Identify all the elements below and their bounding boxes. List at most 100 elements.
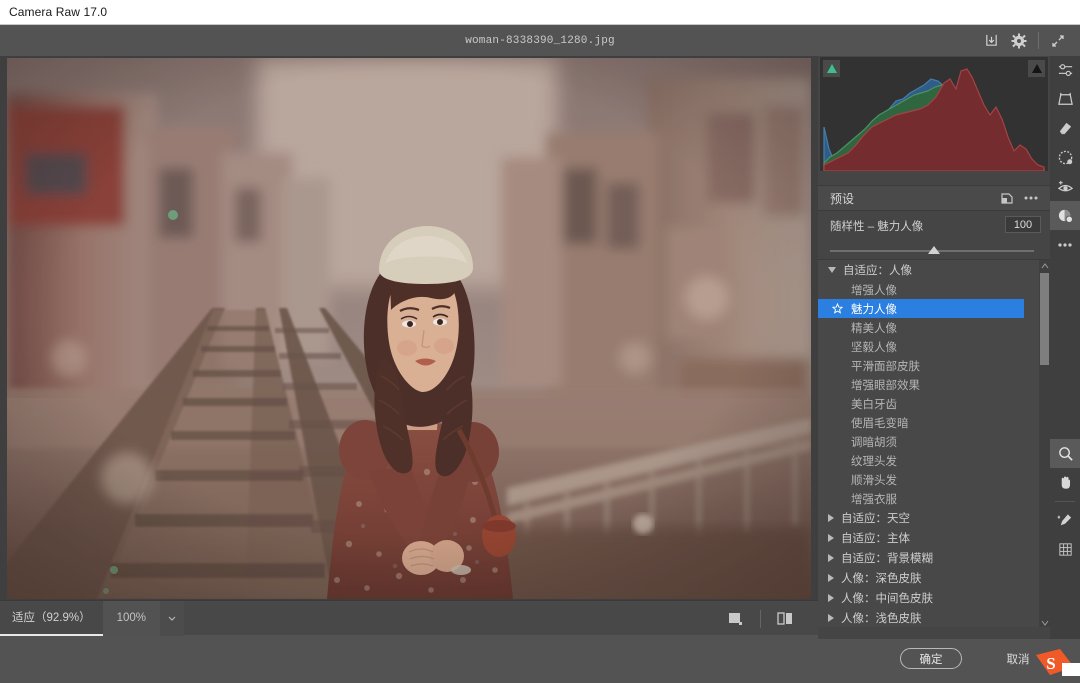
footer-bar: 确定 取消 S xyxy=(0,639,1080,683)
chevron-right-icon xyxy=(828,614,834,622)
preset-item-label: 纹理头发 xyxy=(851,453,897,469)
header-bar: woman-8338390_1280.jpg xyxy=(0,25,1080,56)
presets-icon[interactable] xyxy=(1050,201,1080,230)
preset-item-label: 使眉毛变暗 xyxy=(851,415,909,431)
photo-preview[interactable] xyxy=(7,58,811,599)
preset-item[interactable]: 调暗胡须 xyxy=(818,432,1028,451)
preset-item-label: 顺滑头发 xyxy=(851,472,897,488)
presets-header-icons xyxy=(996,188,1042,208)
chevron-right-icon xyxy=(828,594,834,602)
preset-group-label: 人像：浅色皮肤 xyxy=(841,610,922,626)
zoom-fit-button[interactable]: 适应（92.9%） xyxy=(0,601,103,636)
preset-item[interactable]: 纹理头发 xyxy=(818,451,1028,470)
rail-divider xyxy=(1055,501,1075,502)
preset-item-label: 平滑面部皮肤 xyxy=(851,358,920,374)
preset-item-label: 精美人像 xyxy=(851,320,897,336)
preset-group-adaptive-subject[interactable]: 自适应：主体 xyxy=(818,528,1028,548)
preset-group-label: 自适应：天空 xyxy=(841,510,910,526)
shadow-clipping-warning-icon[interactable] xyxy=(823,60,840,77)
header-divider xyxy=(1038,32,1039,49)
histogram-panel[interactable] xyxy=(820,57,1048,171)
preset-group-portrait-light-skin[interactable]: 人像：浅色皮肤 xyxy=(818,608,1028,627)
view-toggle-divider xyxy=(760,610,761,628)
zoom-100-button[interactable]: 100% xyxy=(103,601,160,636)
scrollbar-thumb[interactable] xyxy=(1040,273,1049,365)
preset-group-adaptive-background-blur[interactable]: 自适应：背景模糊 xyxy=(818,548,1028,568)
preset-item[interactable]: 顺滑头发 xyxy=(818,470,1028,489)
ellipsis-icon[interactable] xyxy=(1020,188,1042,208)
chevron-right-icon xyxy=(828,534,834,542)
preset-list[interactable]: 自适应：人像 增强人像 魅力人像 精美人像 坚毅人 xyxy=(818,259,1050,627)
preset-item-label: 增强衣服 xyxy=(851,491,897,507)
crop-icon[interactable] xyxy=(1050,85,1080,114)
ok-button[interactable]: 确定 xyxy=(900,648,962,669)
grid-overlay-icon[interactable] xyxy=(1050,535,1080,564)
preset-item[interactable]: 坚毅人像 xyxy=(818,337,1028,356)
preset-group-label: 人像：中间色皮肤 xyxy=(841,590,933,606)
window-titlebar: Camera Raw 17.0 xyxy=(0,0,1080,25)
preset-amount-label: 随样性 – 魅力人像 xyxy=(830,221,923,233)
preset-group-adaptive-sky[interactable]: 自适应：天空 xyxy=(818,508,1028,528)
single-view-icon[interactable] xyxy=(721,607,751,631)
presets-panel-header: 预设 xyxy=(818,185,1050,211)
slider-knob[interactable] xyxy=(928,246,940,254)
preset-group-portrait-deep-skin[interactable]: 人像：深色皮肤 xyxy=(818,568,1028,588)
white-balance-eyedropper-icon[interactable] xyxy=(1050,506,1080,535)
preset-list-scrollbar[interactable] xyxy=(1039,260,1050,627)
preset-amount-slider[interactable] xyxy=(830,246,1034,256)
before-after-view-icon[interactable] xyxy=(770,607,800,631)
preset-item-selected[interactable]: 魅力人像 xyxy=(818,299,1024,318)
canvas-bottom-toolbar: 适应（92.9%） 100% xyxy=(0,600,818,635)
preset-amount-value[interactable]: 100 xyxy=(1005,216,1041,233)
preset-amount-row: 随样性 – 魅力人像 100 xyxy=(818,211,1050,255)
preset-group-label: 人像：深色皮肤 xyxy=(841,570,922,586)
zoom-magnifier-icon[interactable] xyxy=(1050,439,1080,468)
preset-item[interactable]: 增强眼部效果 xyxy=(818,375,1028,394)
preset-item-label: 魅力人像 xyxy=(851,301,897,317)
favorite-star-icon[interactable] xyxy=(832,303,843,314)
preset-item-label: 坚毅人像 xyxy=(851,339,897,355)
chevron-down-icon xyxy=(828,267,836,273)
preferences-gear-icon[interactable] xyxy=(1005,28,1033,54)
scroll-down-arrow-icon[interactable] xyxy=(1039,617,1050,627)
preset-group-label: 自适应：主体 xyxy=(841,530,910,546)
tool-rail xyxy=(1050,56,1080,639)
preset-item-label: 增强眼部效果 xyxy=(851,377,920,393)
chevron-right-icon xyxy=(828,514,834,522)
preset-item[interactable]: 使眉毛变暗 xyxy=(818,413,1028,432)
preset-item[interactable]: 精美人像 xyxy=(818,318,1028,337)
edit-sliders-icon[interactable] xyxy=(1050,56,1080,85)
scroll-up-arrow-icon[interactable] xyxy=(1039,260,1050,271)
save-image-icon[interactable] xyxy=(977,28,1005,54)
preset-group-label: 自适应：人像 xyxy=(843,262,912,278)
chevron-down-icon[interactable] xyxy=(160,601,184,636)
rail-spacer xyxy=(1050,259,1080,439)
filename-label: woman-8338390_1280.jpg xyxy=(0,35,1080,47)
window-title: Camera Raw 17.0 xyxy=(0,5,107,19)
image-canvas-area[interactable] xyxy=(0,56,818,600)
right-panel: 预设 随样性 – 魅力人像 xyxy=(818,56,1050,639)
preset-item-label: 美白牙齿 xyxy=(851,396,897,412)
preset-item-label: 增强人像 xyxy=(851,282,897,298)
presets-title: 预设 xyxy=(818,190,854,207)
more-ellipsis-icon[interactable] xyxy=(1050,230,1080,259)
view-toggle-group xyxy=(721,601,800,636)
preset-item[interactable]: 增强衣服 xyxy=(818,489,1028,508)
svg-text:S: S xyxy=(1046,654,1055,673)
highlight-clipping-warning-icon[interactable] xyxy=(1028,60,1045,77)
red-eye-icon[interactable] xyxy=(1050,172,1080,201)
preset-item[interactable]: 平滑面部皮肤 xyxy=(818,356,1028,375)
preset-group-portrait-medium-skin[interactable]: 人像：中间色皮肤 xyxy=(818,588,1028,608)
chevron-right-icon xyxy=(828,574,834,582)
chevron-right-icon xyxy=(828,554,834,562)
create-preset-icon[interactable] xyxy=(996,188,1018,208)
preset-group-adaptive-portrait[interactable]: 自适应：人像 xyxy=(818,260,1028,280)
masking-circle-icon[interactable] xyxy=(1050,143,1080,172)
preset-item[interactable]: 美白牙齿 xyxy=(818,394,1028,413)
preset-group-label: 自适应：背景模糊 xyxy=(841,550,933,566)
healing-eraser-icon[interactable] xyxy=(1050,114,1080,143)
fullscreen-expand-icon[interactable] xyxy=(1044,28,1072,54)
camera-raw-window: Camera Raw 17.0 woman-8338390_1280.jpg xyxy=(0,0,1080,683)
hand-icon[interactable] xyxy=(1050,468,1080,497)
preset-item[interactable]: 增强人像 xyxy=(818,280,1028,299)
